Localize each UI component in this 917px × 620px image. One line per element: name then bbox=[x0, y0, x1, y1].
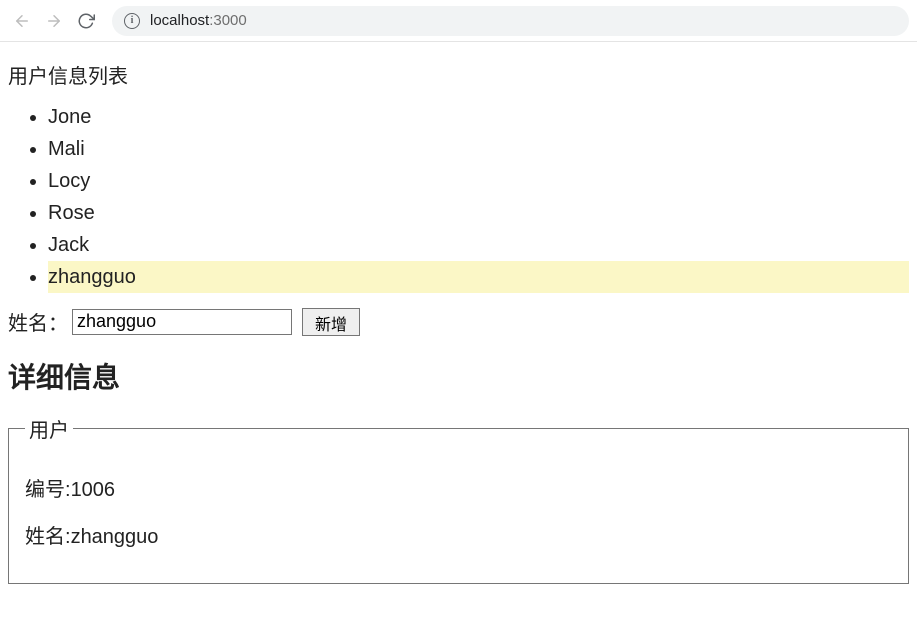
forward-button[interactable] bbox=[40, 7, 68, 35]
detail-id: 编号:1006 bbox=[25, 473, 892, 502]
site-info-icon[interactable]: i bbox=[124, 13, 140, 29]
list-item[interactable]: Mali bbox=[48, 133, 909, 165]
user-list: JoneMaliLocyRoseJackzhangguo bbox=[8, 101, 909, 293]
detail-heading: 详细信息 bbox=[8, 356, 909, 396]
name-input-label: 姓名： bbox=[8, 307, 68, 336]
list-item[interactable]: Jack bbox=[48, 229, 909, 261]
detail-fieldset: 用户 编号:1006 姓名:zhangguo bbox=[8, 414, 909, 584]
list-item[interactable]: zhangguo bbox=[48, 261, 909, 293]
name-input[interactable] bbox=[72, 309, 292, 335]
address-bar[interactable]: i localhost:3000 bbox=[112, 6, 909, 36]
browser-toolbar: i localhost:3000 bbox=[0, 0, 917, 42]
detail-legend: 用户 bbox=[25, 414, 73, 443]
add-button[interactable]: 新增 bbox=[302, 308, 360, 336]
detail-name: 姓名:zhangguo bbox=[25, 520, 892, 549]
reload-icon bbox=[77, 12, 95, 30]
arrow-right-icon bbox=[45, 12, 63, 30]
url-port: :3000 bbox=[209, 12, 247, 29]
detail-id-value: 1006 bbox=[71, 479, 116, 501]
list-title: 用户信息列表 bbox=[8, 60, 909, 89]
detail-id-label: 编号: bbox=[25, 479, 71, 501]
back-button[interactable] bbox=[8, 7, 36, 35]
detail-name-label: 姓名: bbox=[25, 526, 71, 548]
add-user-form: 姓名： 新增 bbox=[8, 307, 909, 336]
detail-name-value: zhangguo bbox=[71, 526, 159, 548]
url-host: localhost bbox=[150, 12, 209, 29]
list-item[interactable]: Jone bbox=[48, 101, 909, 133]
page-content: 用户信息列表 JoneMaliLocyRoseJackzhangguo 姓名： … bbox=[0, 42, 917, 604]
reload-button[interactable] bbox=[72, 7, 100, 35]
list-item[interactable]: Rose bbox=[48, 197, 909, 229]
list-item[interactable]: Locy bbox=[48, 165, 909, 197]
arrow-left-icon bbox=[13, 12, 31, 30]
